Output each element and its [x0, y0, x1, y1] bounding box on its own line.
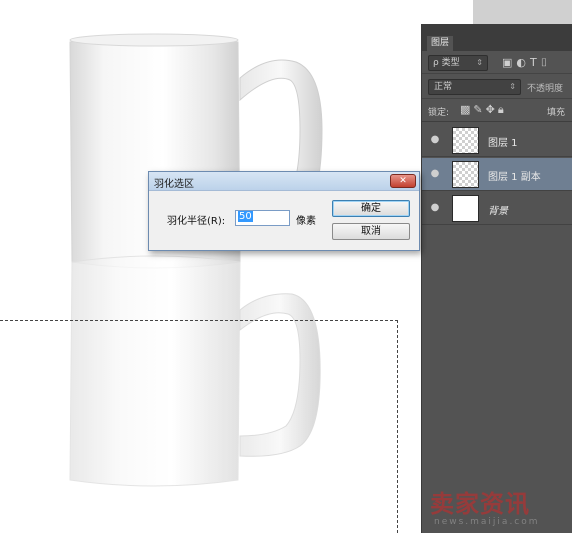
unit-label: 像素	[296, 216, 316, 227]
blend-mode-value: 正常	[434, 82, 453, 92]
layer-thumbnail	[452, 127, 479, 154]
lock-move-icon[interactable]: ✥	[486, 103, 498, 116]
watermark-url: news.maijia.com	[434, 517, 540, 527]
filter-kind-select[interactable]: ρ 类型 ⇕	[428, 55, 488, 71]
layer-row[interactable]: ● 背景	[422, 192, 572, 225]
chevron-updown-icon: ⇕	[476, 58, 483, 67]
layer-thumbnail	[452, 195, 479, 222]
tab-layers[interactable]: 图层	[427, 36, 454, 51]
layer-name: 图层 1 副本	[488, 172, 541, 183]
opacity-label: 不透明度	[527, 84, 564, 94]
watermark-text: 卖家资讯	[430, 490, 530, 518]
cancel-button[interactable]: 取消	[332, 223, 410, 240]
lock-all-icon[interactable]: 🔒︎	[498, 103, 507, 116]
layer-filter-row: ρ 类型 ⇕ ▣◐T⌷	[422, 52, 572, 74]
ok-button[interactable]: 确定	[332, 200, 410, 217]
layer-row[interactable]: ● 图层 1	[422, 124, 572, 157]
feather-radius-value: 50	[238, 211, 253, 222]
lock-transparent-icon[interactable]: ▩	[460, 103, 473, 116]
type-filter-icon[interactable]: T	[530, 56, 541, 69]
eye-icon[interactable]: ●	[429, 134, 441, 146]
lock-paint-icon[interactable]: ✎	[473, 103, 485, 116]
layer-thumbnail	[452, 161, 479, 188]
shape-filter-icon[interactable]: ⌷	[541, 56, 552, 69]
dialog-title: 羽化选区	[154, 179, 194, 190]
filter-kind-label: ρ 类型	[433, 58, 460, 68]
layer-row-selected[interactable]: ● 图层 1 副本	[422, 158, 572, 191]
lock-label: 锁定:	[428, 108, 450, 118]
lock-row: 锁定: ▩✎✥🔒︎ 填充	[422, 100, 572, 122]
dialog-title-bar[interactable]: 羽化选区 ✕	[149, 172, 419, 191]
lock-icons: ▩✎✥🔒︎	[460, 103, 507, 117]
feather-radius-label: 羽化半径(R):	[167, 216, 226, 227]
feather-radius-input[interactable]: 50	[235, 210, 290, 226]
blend-mode-select[interactable]: 正常 ⇕	[428, 79, 521, 95]
feather-selection-dialog: 羽化选区 ✕ 羽化半径(R): 50 像素 确定 取消	[148, 171, 420, 251]
filter-icons: ▣◐T⌷	[502, 56, 551, 70]
panel-tab-bar: 图层	[422, 24, 572, 51]
fill-label: 填充	[547, 108, 566, 118]
layer-name: 图层 1	[488, 138, 518, 149]
adjustment-filter-icon[interactable]: ◐	[516, 56, 530, 69]
image-filter-icon[interactable]: ▣	[502, 56, 516, 69]
eye-icon[interactable]: ●	[429, 168, 441, 180]
close-icon: ✕	[399, 176, 407, 186]
selection-marquee	[0, 320, 398, 533]
layer-name: 背景	[488, 206, 508, 217]
eye-icon[interactable]: ●	[429, 202, 441, 214]
chevron-updown-icon: ⇕	[509, 82, 516, 91]
close-button[interactable]: ✕	[390, 174, 416, 188]
blend-row: 正常 ⇕ 不透明度	[422, 75, 572, 99]
canvas-gray-area	[473, 0, 572, 24]
layers-panel: 图层 ρ 类型 ⇕ ▣◐T⌷ 正常 ⇕ 不透明度 锁定: ▩✎✥🔒︎ 填充 ● …	[421, 24, 572, 533]
